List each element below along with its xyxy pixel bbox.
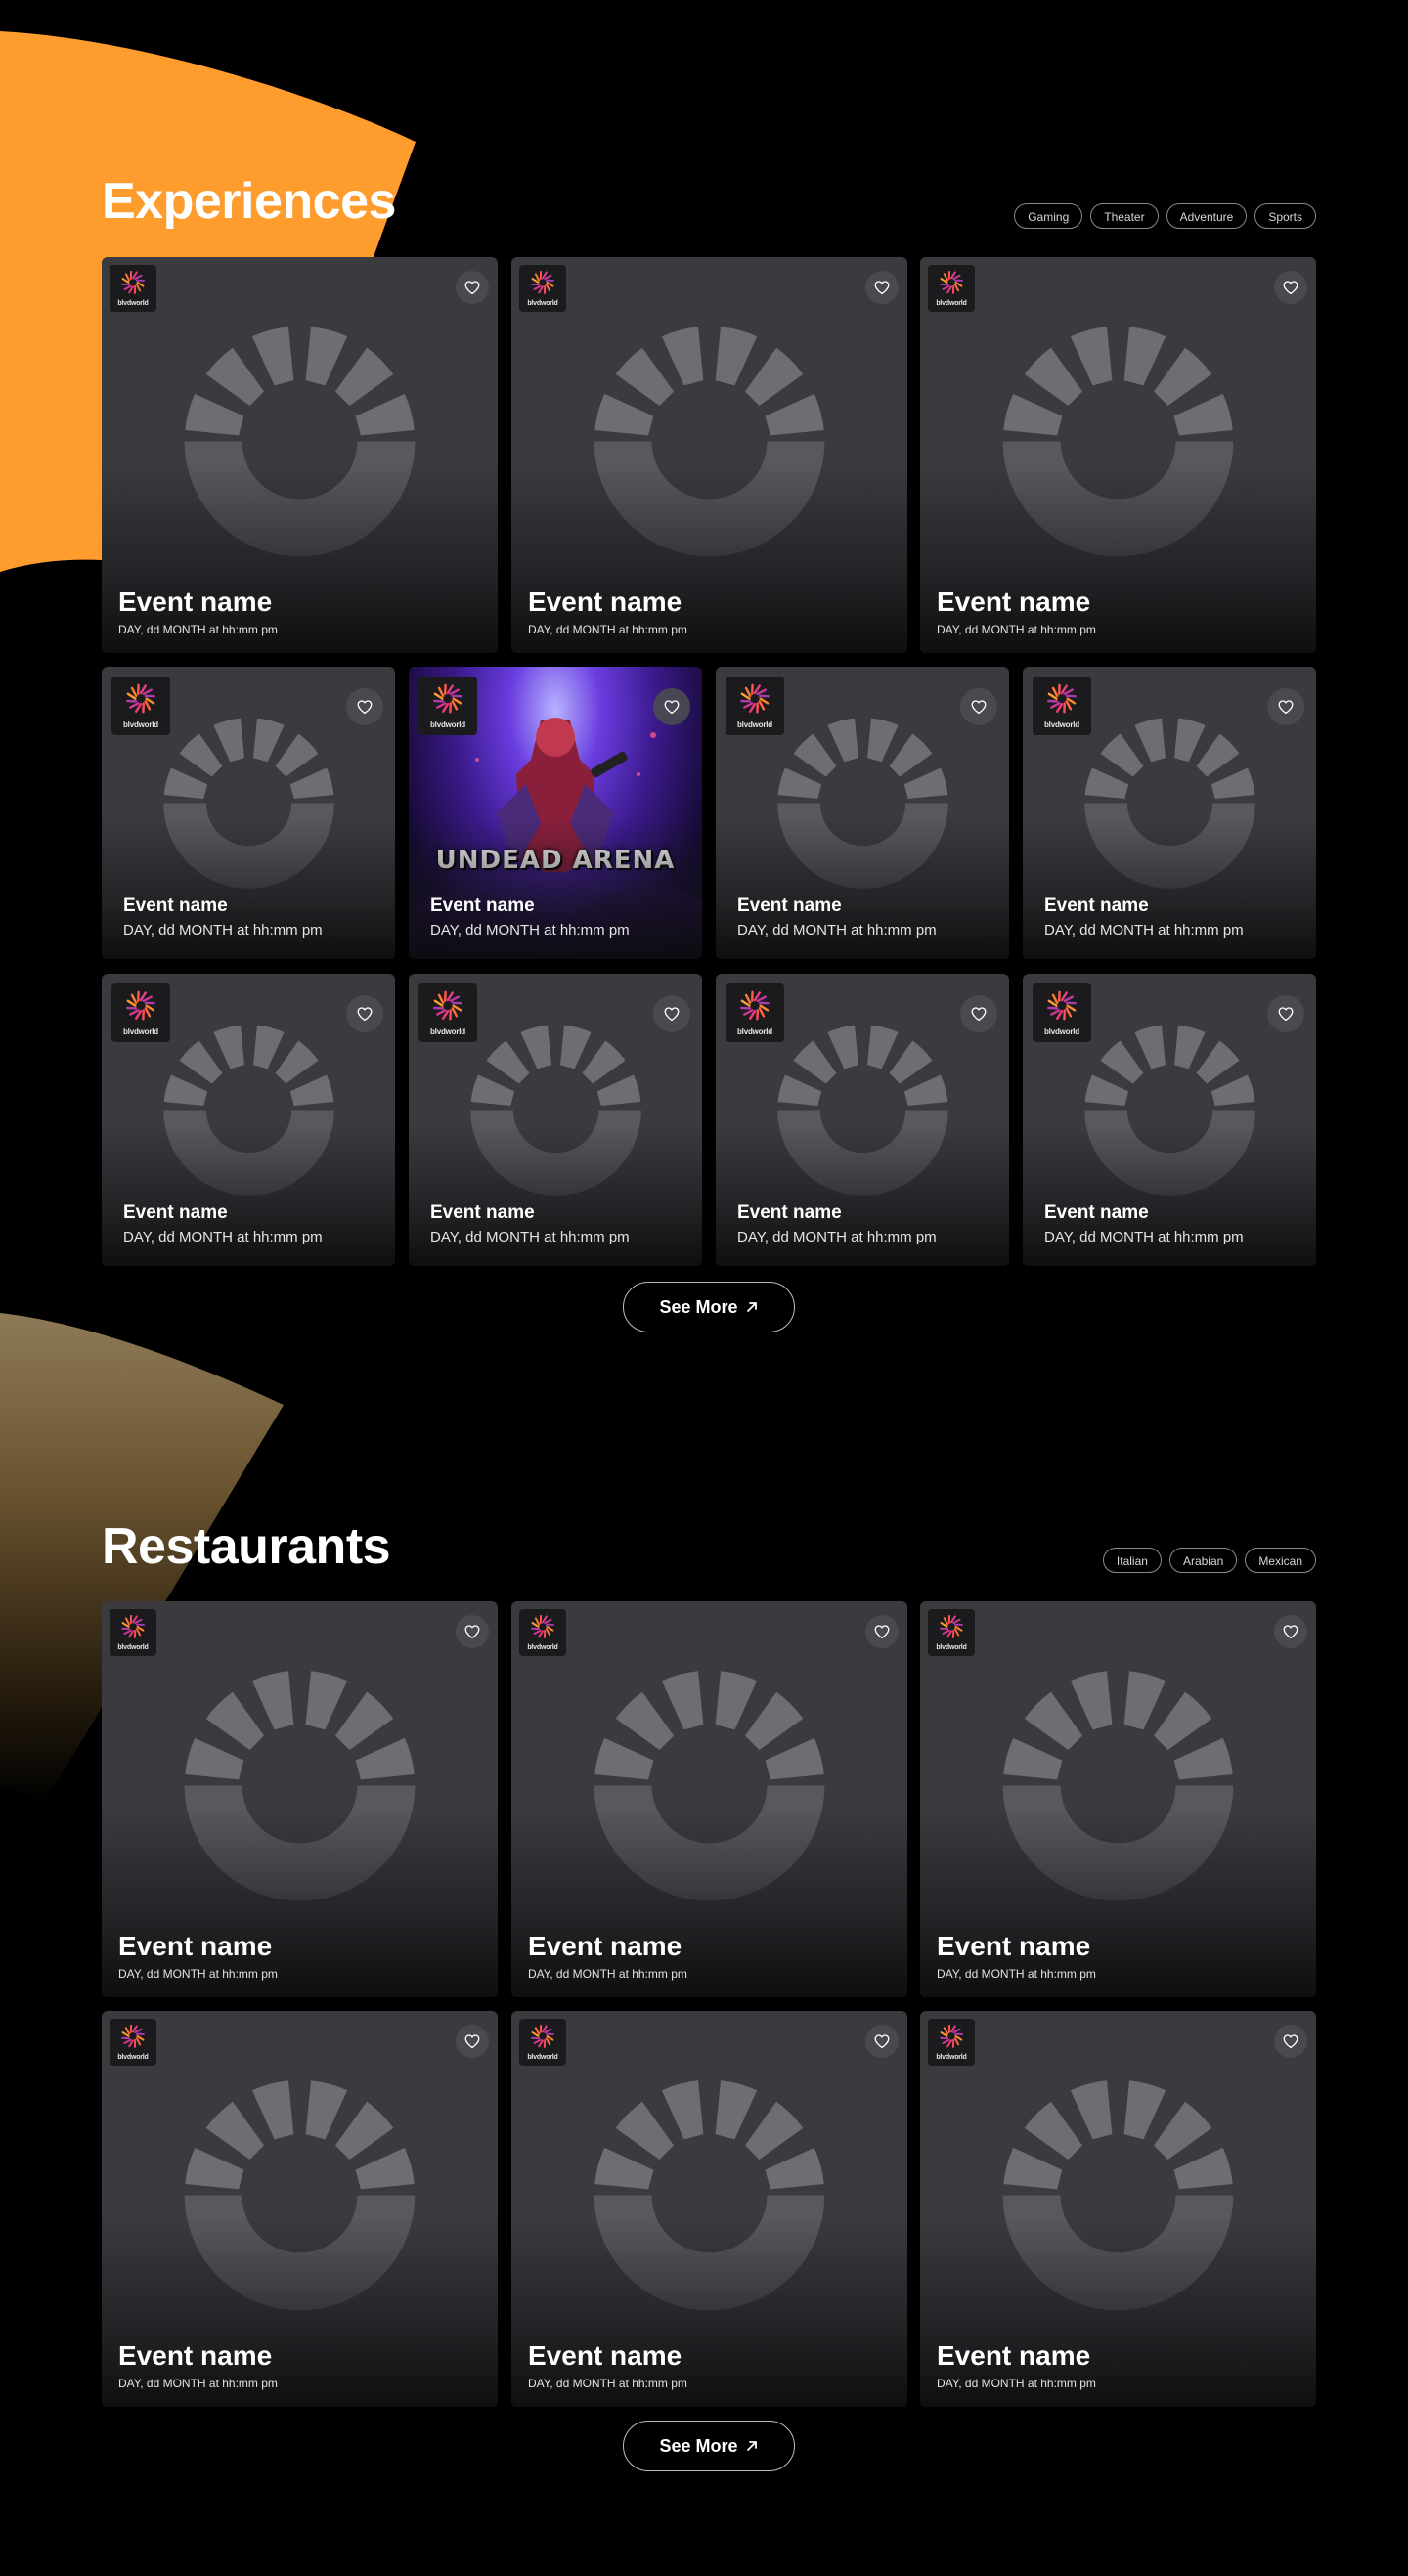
heart-icon — [874, 2034, 890, 2049]
event-date: DAY, dd MONTH at hh:mm pm — [528, 2377, 687, 2390]
arrow-up-right-icon — [746, 2441, 757, 2451]
favorite-button[interactable] — [456, 2025, 489, 2058]
logo-wordmark: blvdworld — [936, 2054, 967, 2061]
favorite-button[interactable] — [1274, 1615, 1307, 1648]
favorite-button[interactable] — [1274, 2025, 1307, 2058]
event-date: DAY, dd MONTH at hh:mm pm — [118, 2377, 278, 2390]
event-date: DAY, dd MONTH at hh:mm pm — [528, 1967, 687, 1981]
filter-chip-italian[interactable]: Italian — [1102, 1548, 1162, 1573]
filter-chip-arabian[interactable]: Arabian — [1168, 1548, 1238, 1573]
heart-icon — [1283, 1625, 1298, 1639]
heart-icon — [874, 1625, 890, 1639]
logo-burst-icon — [531, 1614, 554, 1638]
heart-icon — [1283, 2034, 1298, 2049]
restaurant-event-card[interactable]: blvdworld Event name DAY, dd MONTH at hh:m… — [511, 2011, 907, 2407]
event-date: DAY, dd MONTH at hh:mm pm — [937, 1967, 1096, 1981]
logo-burst-icon — [940, 1614, 963, 1638]
logo-burst-icon — [121, 1614, 145, 1638]
logo-burst-icon — [531, 2024, 554, 2048]
restaurant-event-card[interactable]: blvdworld Event name DAY, dd MONTH at hh:m… — [511, 1601, 907, 1997]
logo-burst-icon — [121, 2024, 145, 2048]
heart-icon — [464, 1625, 480, 1639]
restaurants-title: Restaurants — [102, 1518, 391, 1575]
favorite-button[interactable] — [865, 2025, 899, 2058]
blvdworld-logo: blvdworld — [519, 1609, 566, 1656]
event-name: Event name — [528, 1931, 682, 1961]
favorite-button[interactable] — [456, 1615, 489, 1648]
event-name: Event name — [118, 2340, 273, 2371]
heart-icon — [464, 2034, 480, 2049]
event-name: Event name — [528, 2340, 682, 2371]
favorite-button[interactable] — [865, 1615, 899, 1648]
event-date: DAY, dd MONTH at hh:mm pm — [937, 2377, 1096, 2390]
see-more-label: See More — [659, 2435, 738, 2456]
restaurants-filters: Italian Arabian Mexican — [1102, 1548, 1316, 1573]
logo-wordmark: blvdworld — [117, 2054, 149, 2061]
logo-wordmark: blvdworld — [527, 1644, 558, 1651]
restaurants-section: Restaurants Italian Arabian Mexican blvd… — [102, 0, 1316, 2542]
blvdworld-logo: blvdworld — [110, 1609, 156, 1656]
blvdworld-logo: blvdworld — [110, 2019, 156, 2066]
logo-burst-icon — [940, 2024, 963, 2048]
restaurant-event-card[interactable]: blvdworld Event name DAY, dd MONTH at hh:m… — [102, 1601, 498, 1997]
restaurants-see-more-button[interactable]: See More — [623, 2421, 795, 2471]
blvdworld-logo: blvdworld — [519, 2019, 566, 2066]
blvdworld-logo: blvdworld — [928, 2019, 975, 2066]
logo-wordmark: blvdworld — [936, 1644, 967, 1651]
restaurant-event-card[interactable]: blvdworld Event name DAY, dd MONTH at hh:m… — [102, 2011, 498, 2407]
restaurant-event-card[interactable]: blvdworld Event name DAY, dd MONTH at hh:m… — [920, 1601, 1316, 1997]
event-name: Event name — [937, 2340, 1091, 2371]
event-date: DAY, dd MONTH at hh:mm pm — [118, 1967, 278, 1981]
logo-wordmark: blvdworld — [117, 1644, 149, 1651]
event-name: Event name — [937, 1931, 1091, 1961]
filter-chip-mexican[interactable]: Mexican — [1245, 1548, 1316, 1573]
blvdworld-logo: blvdworld — [928, 1609, 975, 1656]
event-name: Event name — [118, 1931, 273, 1961]
restaurant-event-card[interactable]: blvdworld Event name DAY, dd MONTH at hh:m… — [920, 2011, 1316, 2407]
logo-wordmark: blvdworld — [527, 2054, 558, 2061]
